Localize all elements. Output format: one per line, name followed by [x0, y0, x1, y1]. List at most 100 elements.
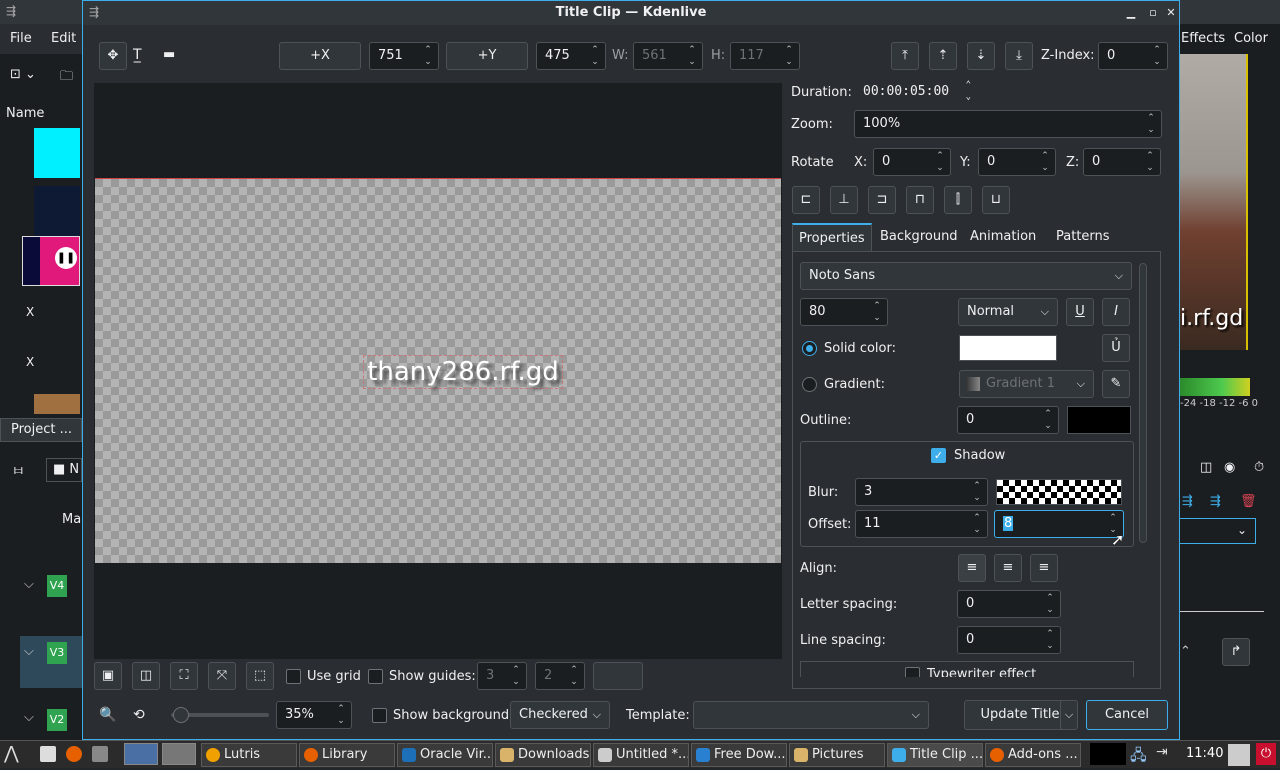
task-untitled[interactable]: Untitled *...	[593, 743, 689, 767]
tab-background[interactable]: Background	[880, 223, 958, 251]
menu-file[interactable]: File	[10, 31, 32, 46]
spin-arrows-icon[interactable]: ⌃ ⌄	[1151, 44, 1163, 68]
effect-icon-2[interactable]: ⇶	[1210, 494, 1221, 509]
zoom-percent-spinbox[interactable]: 35% ⌃ ⌄	[276, 701, 352, 729]
color-tab[interactable]: Color	[1234, 31, 1268, 46]
files-icon[interactable]	[92, 746, 108, 762]
task-title-clip[interactable]: Title Clip ...	[887, 743, 983, 767]
update-options-chevron-icon[interactable]: ⌵	[1060, 700, 1078, 730]
shadow-checkbox[interactable]: ✓	[931, 448, 946, 463]
selection-icon[interactable]: ⬚	[246, 662, 274, 690]
spin-arrows-icon[interactable]: ⌃ ⌄	[966, 79, 971, 103]
track-v4-label[interactable]: V4	[47, 575, 67, 597]
rect-tool-icon[interactable]: ▬	[163, 47, 175, 62]
center-x-button[interactable]: +X	[279, 42, 361, 70]
letter-spacing-spinbox[interactable]: 0 ⌃ ⌄	[957, 590, 1061, 618]
clip-thumb-cyan[interactable]	[34, 128, 80, 178]
network-icon[interactable]: 🖧	[1130, 745, 1147, 770]
show-guides-checkbox[interactable]	[368, 669, 383, 684]
task-free-download[interactable]: Free Dow...	[691, 743, 787, 767]
scrollbar[interactable]	[1139, 263, 1147, 543]
raise-top-icon[interactable]: ⤒	[891, 42, 919, 70]
raise-icon[interactable]: ⇡	[929, 42, 957, 70]
show-background-checkbox[interactable]	[372, 708, 387, 723]
settings-sliders-icon[interactable]: ⧦	[14, 462, 23, 478]
clip-thumb-dark[interactable]	[34, 186, 80, 236]
text-align-center-icon[interactable]: ≡	[994, 554, 1022, 582]
rotate-x-spinbox[interactable]: 0 ⌃ ⌄	[873, 148, 951, 176]
duration-field[interactable]: 00:00:05:00 ⌃ ⌄	[857, 79, 971, 105]
spin-arrows-icon[interactable]: ⌃ ⌄	[1042, 408, 1054, 432]
outline-spinbox[interactable]: 0 ⌃ ⌄	[957, 406, 1059, 434]
zindex-spinbox[interactable]: 0 ⌃ ⌄	[1098, 42, 1168, 70]
tab-patterns[interactable]: Patterns	[1056, 223, 1110, 251]
typewriter-checkbox[interactable]	[905, 667, 920, 677]
curve-icon[interactable]: ↱	[1222, 638, 1250, 666]
spin-arrows-icon[interactable]: ⌃ ⌄	[422, 44, 434, 68]
image-insert-icon[interactable]: ▣	[94, 662, 122, 690]
spin-arrows-icon[interactable]: ⌃ ⌄	[971, 480, 983, 504]
task-add-ons[interactable]: Add-ons ...	[985, 743, 1081, 767]
clock[interactable]: 11:40	[1186, 746, 1223, 761]
task-pictures[interactable]: Pictures	[789, 743, 885, 767]
title-canvas-area[interactable]: thany286.rf.gd	[94, 83, 782, 659]
underline-icon[interactable]: U	[1066, 298, 1094, 326]
close-icon[interactable]: ✕	[1163, 5, 1179, 21]
gradient-radio[interactable]	[802, 377, 817, 392]
font-weight-dropdown[interactable]: Normal ⌵	[958, 298, 1058, 326]
tab-properties[interactable]: Properties	[792, 223, 872, 251]
split-view-icon[interactable]: ◫	[1200, 460, 1212, 475]
firefox-icon[interactable]	[66, 746, 82, 762]
spin-arrows-icon[interactable]: ⌃ ⌄	[934, 150, 946, 174]
spin-arrows[interactable]: ⌃	[1180, 644, 1191, 659]
power-icon[interactable]: ⏻	[1256, 743, 1276, 765]
full-zoom-icon[interactable]: ⤧	[208, 662, 236, 690]
track-name-field[interactable]: ■ N	[46, 458, 82, 482]
text-align-right-icon[interactable]: ≡	[1030, 554, 1058, 582]
track-v3-label[interactable]: V3	[47, 642, 67, 664]
select-tool-icon[interactable]: ✥	[99, 42, 127, 70]
workspace-1[interactable]	[124, 743, 158, 765]
y-position-spinbox[interactable]: 475 ⌃ ⌄	[536, 42, 606, 70]
align-top-icon[interactable]: ⊓	[906, 186, 934, 214]
spin-arrows-icon[interactable]: ⌃ ⌄	[1039, 150, 1051, 174]
spin-arrows-icon[interactable]: ⌃ ⌄	[1145, 112, 1157, 136]
rotate-z-spinbox[interactable]: 0 ⌃ ⌄	[1083, 148, 1161, 176]
list-item-x1[interactable]: X	[26, 305, 34, 319]
edit-gradient-icon[interactable]: ✎	[1102, 370, 1130, 398]
title-canvas[interactable]: thany286.rf.gd	[95, 178, 781, 563]
rotate-y-spinbox[interactable]: 0 ⌃ ⌄	[978, 148, 1056, 176]
text-align-left-icon[interactable]: ≡	[958, 554, 986, 582]
folder-icon[interactable]: 🗀	[60, 67, 73, 89]
fit-zoom-icon[interactable]: ⛶	[170, 662, 198, 690]
x-position-spinbox[interactable]: 751 ⌃ ⌄	[369, 42, 439, 70]
center-y-button[interactable]: +Y	[446, 42, 528, 70]
task-library[interactable]: Library	[299, 743, 395, 767]
cancel-button[interactable]: Cancel	[1086, 700, 1168, 730]
spin-arrows-icon[interactable]: ⌃ ⌄	[971, 512, 983, 536]
solid-color-radio[interactable]	[802, 341, 817, 356]
collapse-icon[interactable]: ⌵	[24, 644, 34, 659]
align-right-icon[interactable]: ⊐	[868, 186, 896, 214]
shadow-offset-y-spinbox[interactable]: 8 ⌃ ⌄	[994, 510, 1124, 538]
eye-icon[interactable]: ◉	[1224, 460, 1235, 475]
maximize-icon[interactable]: ▫	[1145, 5, 1161, 21]
collapse-icon[interactable]: ⌵	[24, 710, 34, 725]
spin-arrows-icon[interactable]: ⌃ ⌄	[1044, 592, 1056, 616]
spin-arrows-icon[interactable]: ⌃ ⌄	[589, 44, 601, 68]
zoom-slider-handle[interactable]	[173, 707, 189, 723]
spin-arrows-icon[interactable]: ⌃ ⌄	[1044, 628, 1056, 652]
effects-tab[interactable]: Effects	[1181, 31, 1225, 46]
desktop-icon[interactable]	[40, 746, 56, 762]
clip-thumb-brown[interactable]	[34, 394, 80, 414]
effect-dropdown[interactable]: ⌄	[1180, 518, 1256, 544]
align-left-icon[interactable]: ⊏	[792, 186, 820, 214]
lower-bottom-icon[interactable]: ⤓	[1005, 42, 1033, 70]
text-tool-icon[interactable]: T̲	[133, 47, 142, 63]
shadow-offset-x-spinbox[interactable]: 11 ⌃ ⌄	[855, 510, 988, 538]
clip-thumb-selected[interactable]: ❚❚	[22, 236, 80, 286]
delete-icon[interactable]: 🗑	[1240, 494, 1257, 509]
tray-monitor[interactable]	[1090, 743, 1126, 765]
slider-track[interactable]	[1180, 611, 1264, 612]
shadow-blur-spinbox[interactable]: 3 ⌃ ⌄	[855, 478, 988, 506]
